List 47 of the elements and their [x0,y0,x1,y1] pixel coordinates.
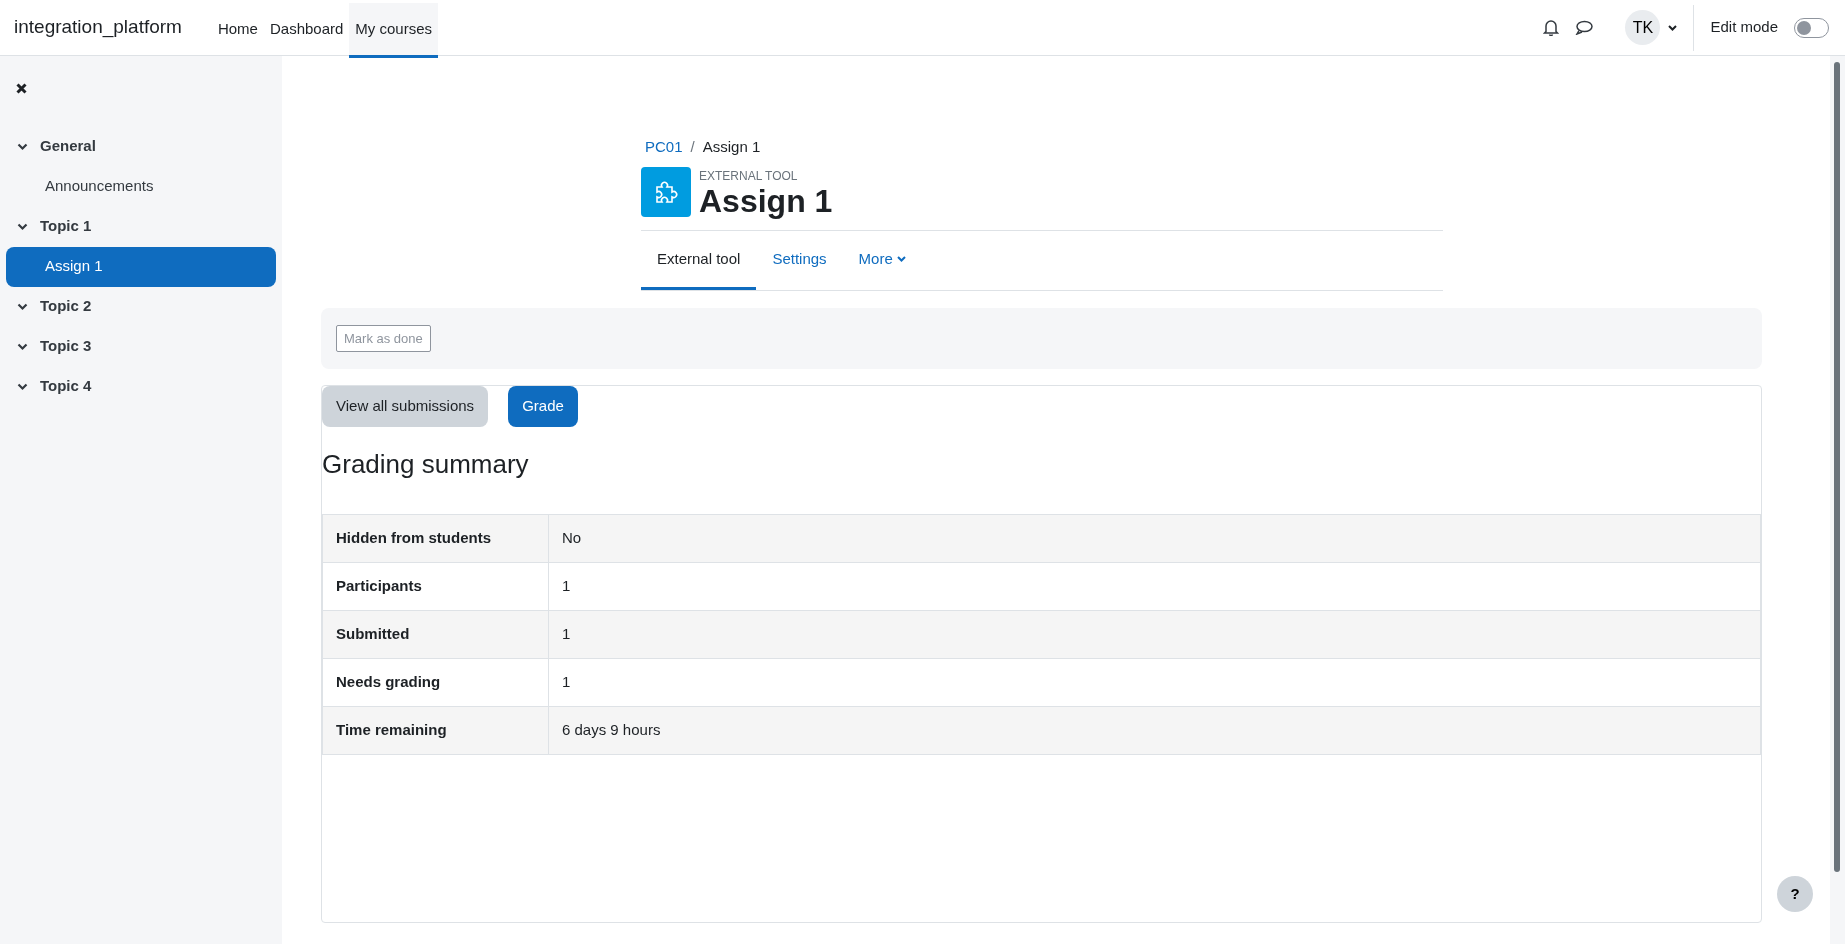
section-title[interactable]: Topic 3 [40,335,92,358]
activity-type: EXTERNAL TOOL [699,167,799,185]
chevron-icon[interactable] [17,302,28,311]
row-label: Needs grading [322,658,549,707]
row-value: No [548,514,1761,563]
row-label: Submitted [322,610,549,659]
edit-mode-label: Edit mode [1710,17,1778,38]
row-label: Participants [322,562,549,611]
close-icon[interactable] [16,82,27,94]
chevron-icon[interactable] [17,342,28,351]
row-value: 1 [548,658,1761,707]
scrollbar[interactable] [1830,56,1845,944]
caret-icon[interactable] [1668,24,1678,31]
tab[interactable]: More [842,231,922,291]
section-title[interactable]: Topic 1 [40,215,92,238]
breadcrumb-link[interactable]: PC01 [645,136,683,159]
page-title: Assign 1 [699,184,833,219]
puzzle-piece-icon [641,167,691,218]
nav-link[interactable]: Home [211,3,264,58]
row-value: 1 [548,610,1761,659]
nav-link[interactable]: Dashboard [263,3,350,58]
sidebar-item[interactable]: Assign 1 [6,246,276,287]
breadcrumb-separator: / [690,137,695,157]
row-value: 6 days 9 hours [548,706,1761,755]
chevron-icon[interactable] [17,142,28,151]
help-button[interactable]: ? [1777,876,1813,912]
section-heading: Grading summary [322,448,530,480]
action-button[interactable]: Grade [508,386,578,427]
notifications-bell-icon[interactable] [1543,19,1560,36]
chat-bubble-icon[interactable] [1575,20,1594,35]
section-title[interactable]: Topic 4 [40,375,92,398]
action-button[interactable]: View all submissions [322,386,489,427]
row-value: 1 [548,562,1761,611]
breadcrumb-current: Assign 1 [702,137,761,157]
tab[interactable]: External tool [641,231,757,291]
nav-link[interactable]: My courses [349,3,439,58]
chevron-icon[interactable] [17,382,28,391]
tab[interactable]: Settings [756,231,843,291]
chevron-icon[interactable] [17,222,28,231]
site-name[interactable]: integration_platform [0,13,196,42]
sidebar-item[interactable]: Announcements [6,166,276,207]
row-label: Time remaining [322,706,549,755]
user-avatar[interactable]: TK [1625,10,1661,45]
section-title[interactable]: General [40,135,96,158]
edit-mode-toggle[interactable] [1794,17,1829,38]
row-label: Hidden from students [322,514,549,563]
section-title[interactable]: Topic 2 [40,295,92,318]
